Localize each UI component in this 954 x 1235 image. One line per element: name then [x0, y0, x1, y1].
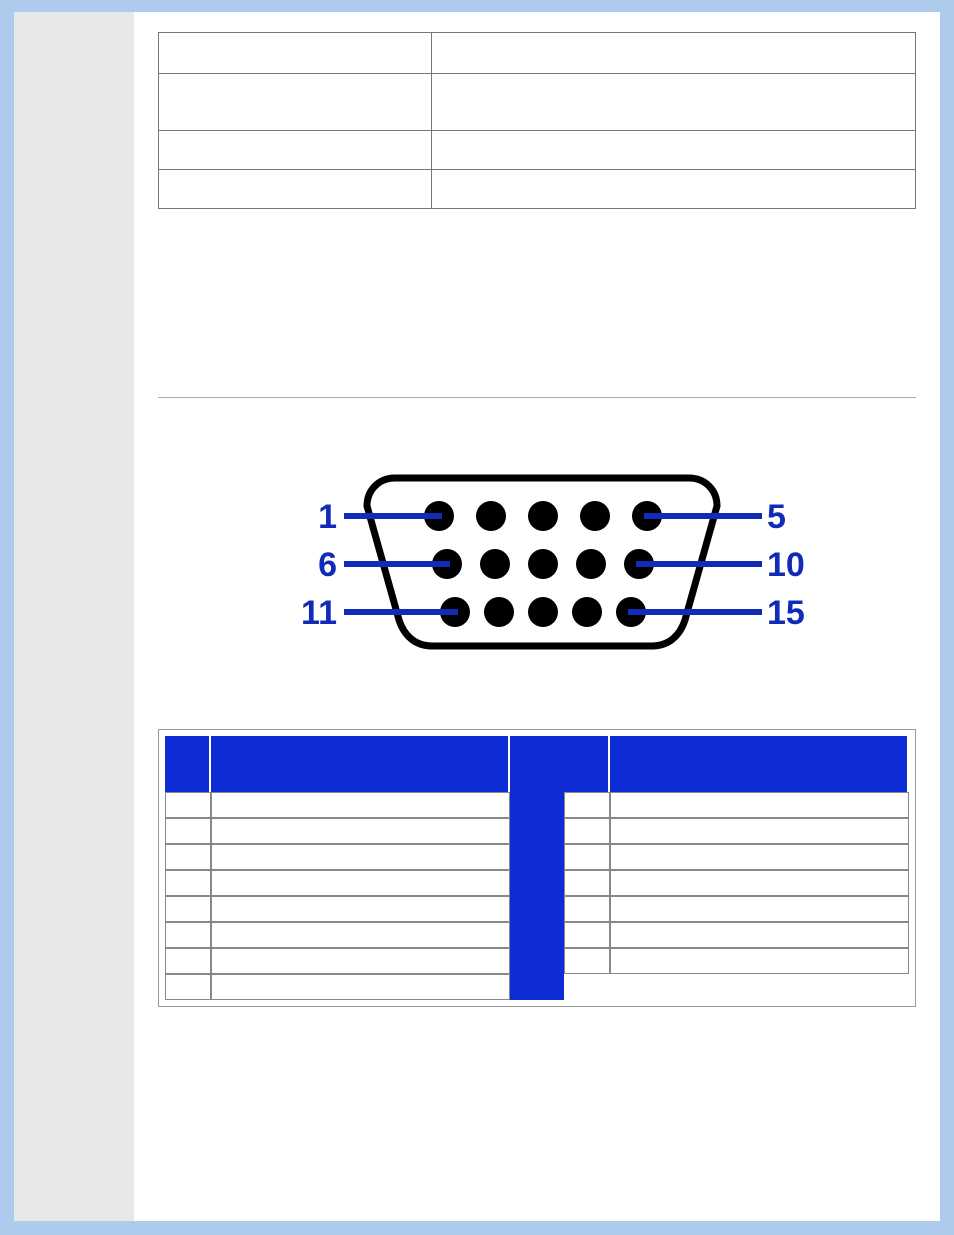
pin-cell [610, 922, 909, 948]
pin [480, 549, 510, 579]
spec-cell [159, 74, 432, 131]
page: 1 6 11 5 10 15 [14, 12, 940, 1221]
spacer [158, 209, 916, 397]
right-margin-strip [932, 12, 940, 1221]
pin-cell [610, 870, 909, 896]
pin-assignment-table [158, 729, 916, 1007]
pin-cell [564, 948, 610, 974]
pin-cell [165, 870, 211, 896]
pin-cell [211, 922, 510, 948]
pin [572, 597, 602, 627]
pin-cell [165, 896, 211, 922]
pin-label-1: 1 [318, 498, 337, 536]
spec-cell [159, 33, 432, 74]
window-frame: 1 6 11 5 10 15 [0, 0, 954, 1235]
pin-cell [564, 792, 610, 818]
table-row [159, 33, 916, 74]
pin-label-11: 11 [301, 594, 337, 632]
table-row [159, 131, 916, 170]
connector-svg: 1 6 11 5 10 15 [267, 456, 807, 666]
pin-cell [211, 948, 510, 974]
spec-table-fragment [158, 32, 916, 209]
pin-grid [165, 736, 909, 1000]
pin-cell [211, 870, 510, 896]
table-row [159, 74, 916, 131]
pin-cell [165, 974, 211, 1000]
pin-cell [211, 974, 510, 1000]
table-row [159, 170, 916, 209]
pin-cell [564, 922, 610, 948]
pin-header-left-side [211, 736, 510, 792]
pin-cell [610, 896, 909, 922]
pin-header-right-side [610, 736, 909, 792]
pin-cell [610, 844, 909, 870]
pin-cell [610, 792, 909, 818]
pin [580, 501, 610, 531]
pin-label-15: 15 [767, 594, 805, 632]
pin-cell [165, 792, 211, 818]
pin-cell [211, 792, 510, 818]
pin-cell [211, 896, 510, 922]
spec-cell [432, 170, 916, 209]
pin-cell [564, 896, 610, 922]
spec-cell [159, 131, 432, 170]
left-sidebar [14, 12, 134, 1221]
pin-cell [564, 844, 610, 870]
spec-cell [432, 131, 916, 170]
spec-cell [432, 33, 916, 74]
pin [484, 597, 514, 627]
pin-cell [165, 948, 211, 974]
spec-cell [159, 170, 432, 209]
pin-cell [165, 844, 211, 870]
pin-cell [165, 818, 211, 844]
pin-label-6: 6 [318, 546, 337, 584]
section-divider [158, 397, 916, 398]
pin-cell [165, 922, 211, 948]
document-content: 1 6 11 5 10 15 [134, 12, 940, 1221]
pin-cell [610, 948, 909, 974]
pin-header-right-no [564, 736, 610, 792]
pin [528, 597, 558, 627]
pin-cell [564, 870, 610, 896]
pin [576, 549, 606, 579]
spec-cell [432, 74, 916, 131]
pin-table-separator [510, 736, 564, 1000]
pin-label-10: 10 [767, 546, 805, 584]
pin-cell [211, 844, 510, 870]
connector-diagram: 1 6 11 5 10 15 [158, 456, 916, 671]
pin [528, 549, 558, 579]
db15-connector: 1 6 11 5 10 15 [267, 456, 807, 671]
pin-label-5: 5 [767, 498, 786, 536]
pin [528, 501, 558, 531]
pin [476, 501, 506, 531]
pin-cell [564, 818, 610, 844]
pin-cell [610, 818, 909, 844]
pin-header-left-no [165, 736, 211, 792]
pin-cell [211, 818, 510, 844]
